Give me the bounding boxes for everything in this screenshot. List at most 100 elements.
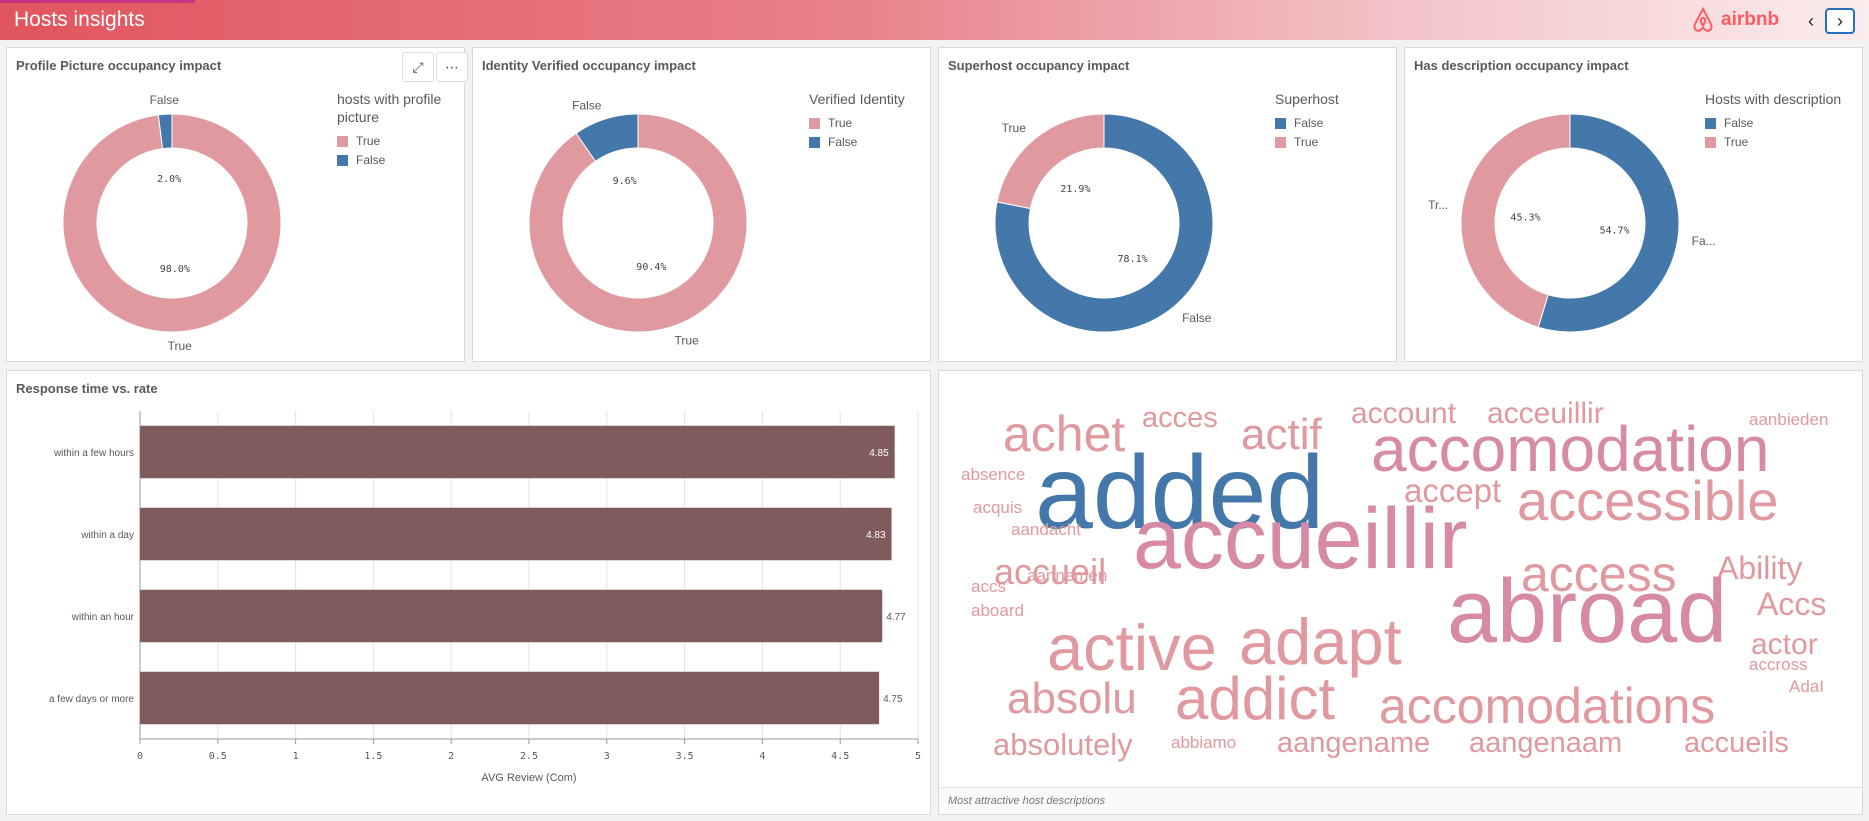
x-tick-label: 3 — [604, 751, 610, 762]
wordcloud-word[interactable]: acces — [1142, 404, 1218, 433]
slice-category-label: False — [150, 93, 180, 107]
legend-title: Verified Identity — [809, 91, 905, 107]
donut-panel-profile-picture[interactable]: Profile Picture occupancy impact ⤢ ⋯ 98.… — [6, 47, 468, 362]
x-tick-label: 0 — [137, 751, 143, 762]
wordcloud-word[interactable]: accessible — [1517, 473, 1778, 529]
wordcloud-word[interactable]: accs — [971, 578, 1006, 595]
category-label: a few days or more — [49, 694, 134, 705]
x-tick-label: 4.5 — [831, 751, 849, 762]
legend-swatch — [337, 154, 348, 166]
wordcloud-word[interactable]: accross — [1749, 656, 1808, 673]
legend-swatch — [1275, 136, 1286, 148]
chart-legend: hosts with profile picture True False — [337, 90, 487, 172]
legend-label: False — [828, 135, 858, 149]
legend-title: Superhost — [1275, 91, 1339, 107]
next-sheet-button[interactable]: › — [1825, 8, 1855, 34]
legend-item[interactable]: True — [337, 134, 487, 148]
chevron-right-icon: › — [1837, 10, 1843, 31]
slice-category-label: True — [168, 339, 193, 353]
wordcloud-word[interactable]: abbiamo — [1171, 734, 1236, 751]
bar-value-label: 4.75 — [883, 694, 903, 705]
x-tick-label: 2.5 — [520, 751, 538, 762]
bar-value-label: 4.85 — [869, 448, 889, 459]
wordcloud-word[interactable]: aandacht — [1011, 521, 1081, 538]
legend-label: True — [1724, 135, 1749, 149]
bar[interactable] — [140, 507, 892, 561]
wordcloud-word[interactable]: aannemen — [1027, 567, 1107, 584]
wordcloud-word[interactable]: acquis — [973, 499, 1022, 516]
slice-category-label: True — [675, 333, 700, 347]
legend-item[interactable]: True — [809, 116, 959, 130]
wordcloud-word[interactable]: accueils — [1684, 729, 1789, 758]
slice-percent-label: 9.6% — [613, 176, 637, 187]
legend-title: hosts with profile picture — [337, 91, 442, 125]
wordcloud-word[interactable]: absolutely — [993, 729, 1133, 760]
wordcloud-word[interactable]: absence — [961, 466, 1025, 483]
bar-chart-panel[interactable]: Response time vs. rate 0 0.5 1 1.5 2 2.5 3 3.5 4… — [6, 370, 931, 815]
legend-swatch — [809, 136, 820, 148]
chevron-left-icon: ‹ — [1808, 10, 1814, 31]
bar[interactable] — [140, 589, 883, 643]
legend-swatch — [1705, 117, 1716, 129]
header-accent — [0, 0, 195, 3]
bar-chart: 0 0.5 1 1.5 2 2.5 3 3.5 4 4.5 5 within a few hours 4… — [49, 411, 921, 784]
page-title: Hosts insights — [14, 8, 145, 31]
wordcloud-word[interactable]: accomodations — [1379, 681, 1715, 731]
wordcloud-word[interactable]: AdaI — [1789, 678, 1824, 695]
x-tick-label: 4 — [759, 751, 765, 762]
chart-legend: Superhost False True — [1275, 90, 1425, 154]
wordcloud: achet acces actif account acceuillir aanbiede… — [939, 371, 1863, 786]
category-label: within a day — [80, 530, 134, 541]
legend-item[interactable]: False — [1275, 116, 1425, 130]
category-label: within an hour — [71, 612, 135, 623]
legend-item[interactable]: True — [1275, 135, 1425, 149]
legend-label: False — [1294, 116, 1324, 130]
x-tick-label: 5 — [915, 751, 921, 762]
legend-label: False — [356, 153, 386, 167]
slice-percent-label: 90.4% — [636, 262, 666, 273]
x-tick-label: 2 — [448, 751, 454, 762]
wordcloud-word[interactable]: aboard — [971, 602, 1024, 619]
slice-percent-label: 21.9% — [1060, 184, 1090, 195]
chart-legend: Hosts with description False True — [1705, 90, 1855, 154]
legend-label: True — [356, 134, 381, 148]
wordcloud-word[interactable]: aangenaam — [1469, 729, 1622, 758]
slice-percent-label: 2.0% — [157, 174, 181, 185]
wordcloud-panel[interactable]: achet acces actif account acceuillir aanbiede… — [938, 370, 1863, 815]
legend-swatch — [809, 117, 820, 129]
prev-sheet-button[interactable]: ‹ — [1796, 8, 1826, 34]
legend-item[interactable]: False — [337, 153, 487, 167]
brand-name: airbnb — [1721, 9, 1780, 30]
donut-panel-superhost[interactable]: Superhost occupancy impact 78.1% False 21.… — [938, 47, 1397, 362]
wordcloud-word[interactable]: Accs — [1757, 588, 1826, 620]
legend-item[interactable]: True — [1705, 135, 1855, 149]
wordcloud-word[interactable]: abroad — [1447, 567, 1727, 657]
legend-swatch — [337, 135, 348, 147]
slice-category-label: False — [572, 99, 602, 113]
airbnb-logo: airbnb — [1691, 6, 1779, 34]
wordcloud-word[interactable]: absolu — [1007, 677, 1137, 721]
donut-panel-identity-verified[interactable]: Identity Verified occupancy impact 90.4%… — [472, 47, 931, 362]
wordcloud-word[interactable]: addict — [1175, 669, 1335, 729]
wordcloud-word[interactable]: aangename — [1277, 729, 1430, 758]
wordcloud-word[interactable]: accueillir — [1133, 496, 1468, 582]
legend-title: Hosts with description — [1705, 91, 1842, 107]
slice-percent-label: 54.7% — [1599, 226, 1629, 237]
legend-item[interactable]: False — [1705, 116, 1855, 130]
bar-value-label: 4.77 — [886, 612, 906, 623]
slice-category-label: True — [1002, 121, 1027, 135]
x-tick-label: 1 — [293, 751, 299, 762]
chart-legend: Verified Identity True False — [809, 90, 959, 154]
slice-percent-label: 45.3% — [1510, 212, 1540, 223]
legend-item[interactable]: False — [809, 135, 959, 149]
donut-panel-has-description[interactable]: Has description occupancy impact 54.7% Fa… — [1404, 47, 1863, 362]
bar-value-label: 4.83 — [866, 530, 886, 541]
legend-label: False — [1724, 116, 1754, 130]
legend-label: True — [828, 116, 853, 130]
category-label: within a few hours — [53, 448, 134, 459]
bar[interactable] — [140, 425, 895, 479]
app-header: Hosts insights airbnb ‹ › — [0, 0, 1869, 40]
wordcloud-word[interactable]: Ability — [1717, 552, 1802, 584]
bar[interactable] — [140, 671, 880, 725]
legend-label: True — [1294, 135, 1319, 149]
